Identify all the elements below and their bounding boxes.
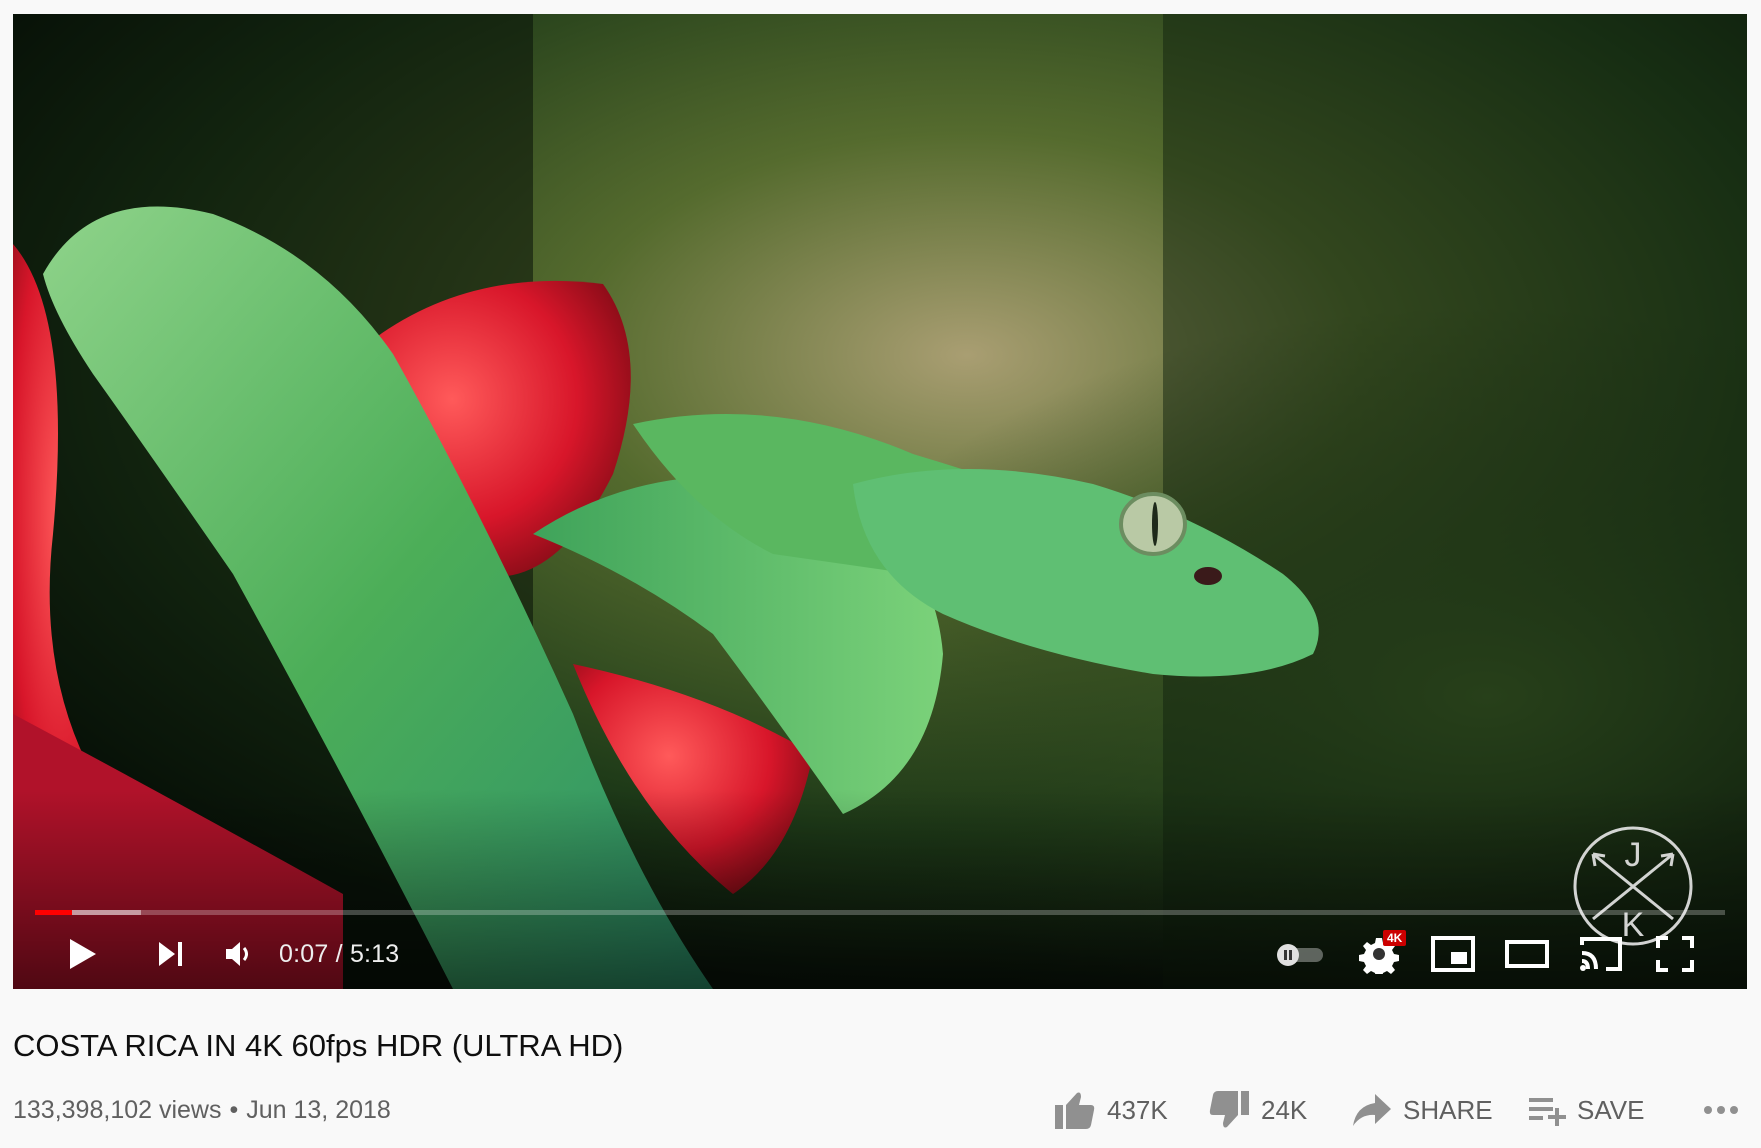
dislike-button[interactable]: 24K	[1209, 1084, 1307, 1136]
share-button[interactable]: SHARE	[1351, 1084, 1493, 1136]
next-icon	[159, 942, 182, 966]
upload-date: Jun 13, 2018	[246, 1095, 391, 1124]
save-button[interactable]: SAVE	[1527, 1084, 1644, 1136]
save-playlist-icon	[1529, 1098, 1566, 1126]
progress-played	[35, 910, 73, 915]
video-title: COSTA RICA IN 4K 60fps HDR (ULTRA HD)	[13, 1028, 624, 1063]
dislike-count: 24K	[1261, 1094, 1308, 1125]
miniplayer-button[interactable]	[1423, 924, 1483, 984]
video-player[interactable]: J K 0:07 / 5:13 4K	[13, 14, 1747, 989]
cast-icon	[1580, 937, 1622, 971]
theater-mode-button[interactable]	[1497, 924, 1557, 984]
cast-button[interactable]	[1571, 924, 1631, 984]
miniplayer-icon	[1431, 936, 1475, 972]
thumbs-up-icon	[1055, 1092, 1095, 1129]
duration: 5:13	[349, 939, 400, 968]
play-icon	[70, 939, 96, 969]
mute-button[interactable]	[209, 924, 269, 984]
fullscreen-icon	[1656, 936, 1694, 972]
current-time: 0:07	[279, 939, 329, 968]
time-separator: /	[335, 939, 343, 968]
save-label: SAVE	[1577, 1094, 1645, 1125]
autoplay-toggle[interactable]	[1271, 924, 1331, 984]
video-meta-row: 133,398,102 views • Jun 13, 2018 437K 24…	[13, 1084, 1761, 1136]
theater-mode-icon	[1505, 940, 1549, 968]
thumbs-down-icon	[1209, 1091, 1249, 1128]
more-dots-icon	[1704, 1106, 1738, 1114]
svg-text:J: J	[1625, 836, 1642, 874]
like-count: 437K	[1107, 1094, 1168, 1125]
volume-icon	[226, 942, 248, 966]
settings-button[interactable]: 4K	[1349, 924, 1409, 984]
share-arrow-icon	[1353, 1094, 1391, 1126]
progress-bar[interactable]	[35, 910, 1725, 915]
play-button[interactable]	[53, 924, 113, 984]
player-controls: 0:07 / 5:13 4K	[13, 924, 1747, 984]
fullscreen-button[interactable]	[1645, 924, 1705, 984]
share-label: SHARE	[1403, 1094, 1493, 1125]
next-button[interactable]	[141, 924, 201, 984]
info-separator: •	[229, 1095, 239, 1124]
time-display: 0:07 / 5:13	[279, 924, 399, 984]
autoplay-toggle-icon	[1277, 944, 1323, 966]
like-button[interactable]: 437K	[1053, 1084, 1168, 1136]
video-info: 133,398,102 views • Jun 13, 2018	[13, 1084, 391, 1136]
view-count: 133,398,102 views	[13, 1095, 222, 1124]
more-actions-button[interactable]	[1703, 1084, 1739, 1136]
quality-badge: 4K	[1383, 930, 1407, 946]
